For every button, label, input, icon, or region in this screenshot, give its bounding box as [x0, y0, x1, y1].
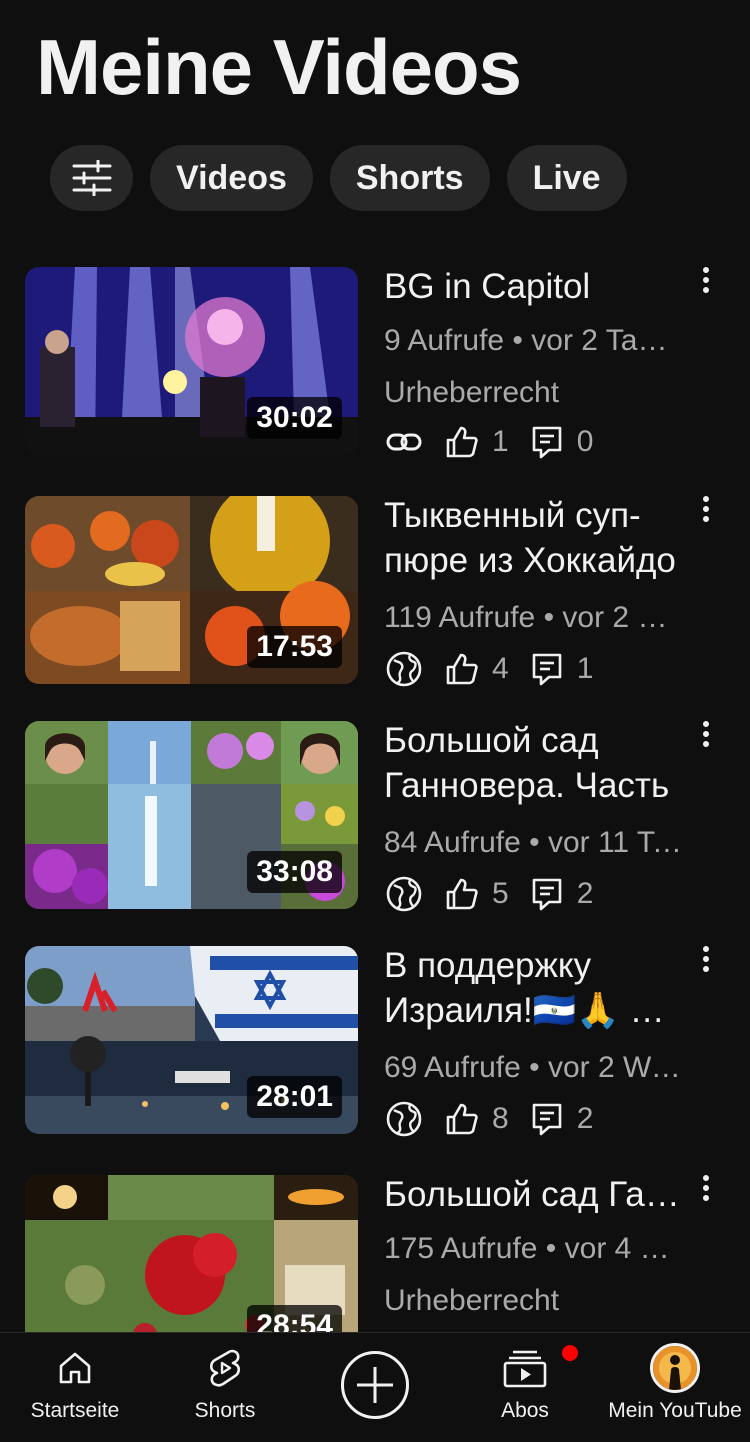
chip-shorts[interactable]: Shorts: [329, 145, 490, 211]
home-icon: [59, 1352, 91, 1384]
link-icon: [384, 422, 424, 462]
video-item[interactable]: 28:54 Большой сад Ганновера 175 Aufrufe …: [0, 1168, 750, 1332]
video-thumbnail[interactable]: 17:53: [25, 496, 358, 684]
avatar: [650, 1343, 700, 1393]
bottom-navigation: Startseite Shorts Abos Mein YouTube: [0, 1332, 750, 1442]
comment-icon: [527, 649, 567, 689]
video-item[interactable]: 28:01 В поддержку Израиля!🇸🇻🙏 … 69 Aufru…: [0, 939, 750, 1139]
video-meta: 84 Aufrufe • vor 11 Tagen: [384, 826, 684, 859]
video-stats: 4 1: [384, 649, 611, 689]
video-stats: 1 0: [384, 422, 611, 462]
globe-icon: [384, 874, 424, 914]
more-options-button[interactable]: [690, 260, 722, 300]
nav-shorts[interactable]: Shorts: [175, 1333, 275, 1442]
video-duration: 17:53: [247, 626, 342, 668]
like-count: 8: [492, 1102, 509, 1135]
comment-icon: [527, 1099, 567, 1139]
video-duration: 33:08: [247, 851, 342, 893]
more-vert-icon: [703, 496, 709, 522]
more-options-button[interactable]: [690, 714, 722, 754]
video-item[interactable]: 30:02 BG in Capitol 9 Aufrufe • vor 2 Ta…: [0, 260, 750, 460]
video-item[interactable]: 33:08 Большой сад Ганновера. Часть 84 Au…: [0, 714, 750, 914]
video-duration: 30:02: [247, 397, 342, 439]
video-meta: 9 Aufrufe • vor 2 Tagen: [384, 324, 684, 357]
globe-icon: [384, 1099, 424, 1139]
video-stats: 8 2: [384, 1099, 611, 1139]
video-duration: 28:01: [247, 1076, 342, 1118]
video-list: 30:02 BG in Capitol 9 Aufrufe • vor 2 Ta…: [0, 260, 750, 1332]
video-thumbnail[interactable]: 33:08: [25, 721, 358, 909]
copyright-status[interactable]: Urheberrecht: [384, 376, 684, 410]
sliders-icon: [72, 160, 111, 196]
comment-count: 1: [576, 652, 594, 685]
video-thumbnail[interactable]: 28:01: [25, 946, 358, 1134]
thumbs-up-icon: [442, 422, 482, 462]
more-vert-icon: [703, 946, 709, 972]
more-vert-icon: [703, 721, 709, 747]
comment-count: 2: [576, 1102, 594, 1135]
more-options-button[interactable]: [690, 489, 722, 529]
video-meta: 69 Aufrufe • vor 2 Wochen: [384, 1051, 684, 1084]
notification-dot: [562, 1345, 578, 1361]
video-meta: 119 Aufrufe • vor 2 Wochen: [384, 601, 684, 634]
copyright-status[interactable]: Urheberrecht: [384, 1284, 684, 1318]
comment-icon: [527, 422, 567, 462]
page-title: Meine Videos: [36, 23, 522, 111]
nav-home-label: Startseite: [30, 1399, 120, 1422]
filter-button[interactable]: [50, 145, 133, 211]
like-count: 4: [492, 652, 509, 685]
filter-chips: Videos Shorts Live: [50, 145, 627, 211]
thumbs-up-icon: [442, 1099, 482, 1139]
nav-subscriptions[interactable]: Abos: [475, 1333, 578, 1442]
nav-you[interactable]: Mein YouTube: [605, 1333, 745, 1442]
video-title: Тыквенный суп-пюре из Хоккайдо: [384, 496, 676, 580]
like-count: 5: [492, 877, 509, 910]
video-title: В поддержку Израиля!🇸🇻🙏 …: [384, 946, 665, 1030]
video-item[interactable]: 17:53 Тыквенный суп-пюре из Хоккайдо 119…: [0, 489, 750, 689]
comment-icon: [527, 874, 567, 914]
video-thumbnail[interactable]: 28:54: [25, 1175, 358, 1332]
thumbs-up-icon: [442, 649, 482, 689]
video-thumbnail[interactable]: 30:02: [25, 267, 358, 455]
shorts-icon: [209, 1349, 241, 1387]
video-title: Большой сад Ганновера. Часть: [384, 721, 670, 805]
video-stats: 5 2: [384, 874, 611, 914]
video-meta: 175 Aufrufe • vor 4 Wochen: [384, 1232, 684, 1265]
plus-icon: [357, 1367, 393, 1403]
video-duration: 28:54: [247, 1305, 342, 1332]
chip-live[interactable]: Live: [506, 145, 627, 211]
nav-home[interactable]: Startseite: [20, 1333, 130, 1442]
create-button[interactable]: [341, 1351, 409, 1419]
chip-videos[interactable]: Videos: [150, 145, 313, 211]
comment-count: 2: [576, 877, 594, 910]
more-options-button[interactable]: [690, 939, 722, 979]
thumbs-up-icon: [442, 874, 482, 914]
more-options-button[interactable]: [690, 1168, 722, 1208]
comment-count: 0: [576, 425, 594, 458]
more-vert-icon: [703, 267, 709, 293]
more-vert-icon: [703, 1175, 709, 1201]
video-title: BG in Capitol: [384, 267, 591, 306]
nav-shorts-label: Shorts: [194, 1399, 256, 1422]
like-count: 1: [492, 425, 509, 458]
globe-icon: [384, 649, 424, 689]
subscriptions-icon: [503, 1350, 547, 1388]
nav-you-label: Mein YouTube: [608, 1399, 742, 1422]
video-title: Большой сад Ганновера: [384, 1175, 686, 1214]
